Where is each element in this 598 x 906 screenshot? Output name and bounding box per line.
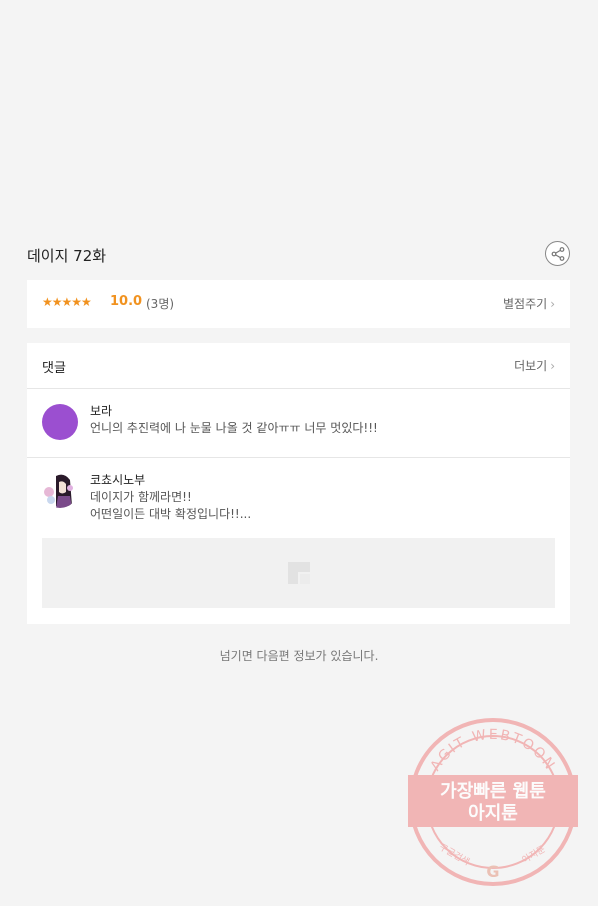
watermark-line2: 아지툰: [468, 803, 518, 824]
next-episode-hint: 넘기면 다음편 정보가 있습니다.: [219, 649, 379, 663]
agit-webtoon-watermark: AGIT WEBTOON 가장빠른 웹툰 아지툰 구글검색 아지툰 G: [408, 718, 578, 886]
watermark-bottom-right: 아지툰: [520, 844, 547, 866]
comment-text-line: 데이지가 함께라면!!: [90, 490, 192, 504]
comments-header: 댓글 더보기 ›: [27, 343, 570, 389]
episode-title: 데이지 72화: [27, 247, 107, 265]
episode-title-row: 데이지 72화: [27, 240, 570, 270]
more-comments-label: 더보기: [514, 359, 548, 373]
comments-card: 댓글 더보기 › 보라 언니의 추진력에 나 눈물 나올 것 같아ㅠㅠ 너무 멋있…: [27, 343, 570, 624]
rate-button-label: 별점주기: [503, 297, 548, 311]
rate-button[interactable]: 별점주기 ›: [503, 295, 555, 312]
chevron-right-icon: ›: [550, 297, 555, 311]
avatar: [42, 404, 78, 440]
rating-score: 10.0: [110, 294, 143, 309]
comment-text: 언니의 추진력에 나 눈물 나올 것 같아ㅠㅠ 너무 멋있다!!!: [90, 421, 378, 435]
rating-stars: ★★★★★: [42, 295, 92, 309]
watermark-line1: 가장빠른 웹툰: [440, 781, 546, 802]
share-button[interactable]: [545, 241, 570, 266]
avatar-illustration: [42, 472, 78, 508]
comment-author: 코쵸시노부: [90, 473, 146, 487]
comment-author: 보라: [90, 404, 113, 418]
rating-card: ★★★★★ 10.0 (3명) 별점주기 ›: [27, 280, 570, 328]
avatar: [42, 472, 78, 508]
chevron-right-icon: ›: [550, 359, 555, 373]
comment-text-line: 어떤일이든 대박 확정입니다!!...: [90, 507, 252, 521]
google-g-icon: G: [486, 862, 499, 881]
share-icon: [551, 247, 565, 261]
comment-image-placeholder[interactable]: [42, 538, 555, 608]
comment-item: 보라 언니의 추진력에 나 눈물 나올 것 같아ㅠㅠ 너무 멋있다!!!: [27, 389, 570, 458]
more-comments-button[interactable]: 더보기 ›: [514, 357, 555, 374]
watermark-bottom-left: 구글검색: [437, 841, 472, 868]
comment-item: 코쵸시노부 데이지가 함께라면!! 어떤일이든 대박 확정입니다!!...: [27, 458, 570, 624]
comment-text: 데이지가 함께라면!! 어떤일이든 대박 확정입니다!!...: [90, 489, 251, 523]
comments-title: 댓글: [42, 361, 66, 376]
rating-count: (3명): [146, 297, 175, 311]
image-placeholder-icon: [288, 562, 310, 584]
